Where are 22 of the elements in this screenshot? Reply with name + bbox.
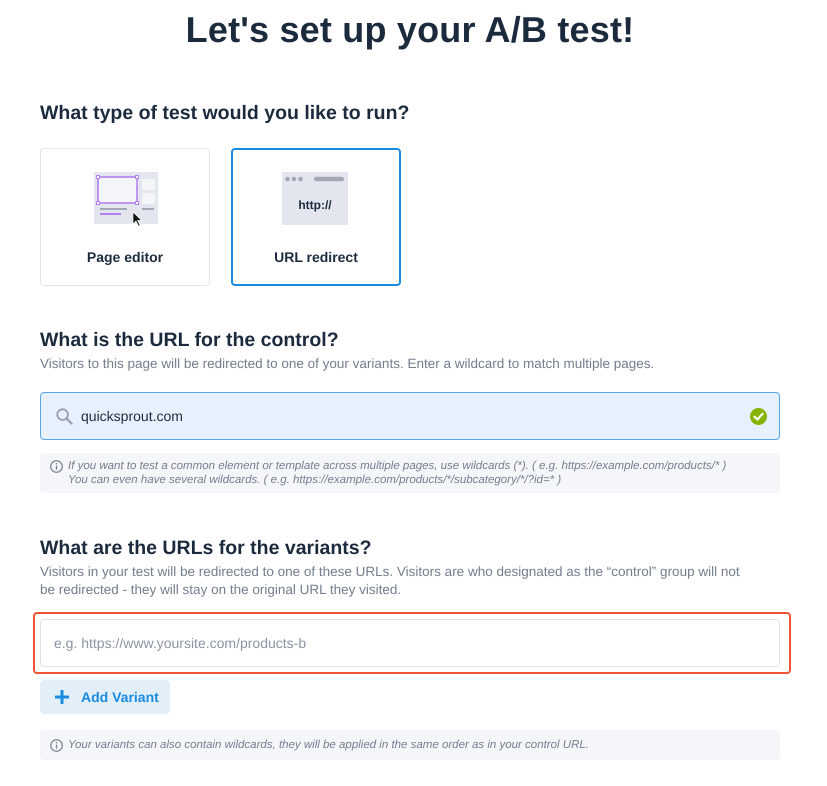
- section-heading: What type of test would you like to run?: [40, 101, 410, 126]
- section-description: Visitors in your test will be redirected to one of these URLs. Visitors are who designated as the “control” group will not be redirected - they will stay on the original URL they visited.: [40, 563, 741, 599]
- hint-text: If you want to test a common element or template across multiple pages, use wildcards (*). ( e.g. https://example.com/products/* ): [68, 459, 726, 473]
- section-heading: What is the URL for the control?: [40, 328, 340, 353]
- test-type-card[interactable]: Page editor: [40, 148, 210, 286]
- hint-text: You can even have several wildcards. ( e.g. https://example.com/products/*/subcategory/*/?id=* ): [68, 473, 562, 487]
- info-icon: [50, 739, 63, 752]
- section-description: Visitors to this page will be redirected to one of your variants. Enter a wildcard to match multiple pages.: [40, 355, 656, 373]
- section-heading: What are the URLs for the variants?: [40, 536, 373, 561]
- page-editor-icon: [94, 172, 160, 226]
- card-label: URL redirect: [274, 249, 358, 265]
- hint-text: Your variants can also contain wildcards, they will be applied in the same order as in your control URL.: [68, 738, 589, 752]
- browser-window-icon: [282, 172, 348, 225]
- info-icon: [50, 460, 63, 473]
- test-type-card[interactable]: http:// URL redirect: [231, 148, 401, 286]
- card-label: Page editor: [86, 249, 164, 265]
- plus-icon: [55, 690, 69, 704]
- search-icon: [56, 408, 73, 424]
- page-title: Let's set up your A/B test!: [184, 8, 636, 52]
- url-scheme-text: http://: [297, 198, 333, 212]
- control-url-field[interactable]: quicksprout.com: [40, 392, 780, 440]
- variant-url-field[interactable]: e.g. https://www.yoursite.com/products-b: [40, 619, 780, 667]
